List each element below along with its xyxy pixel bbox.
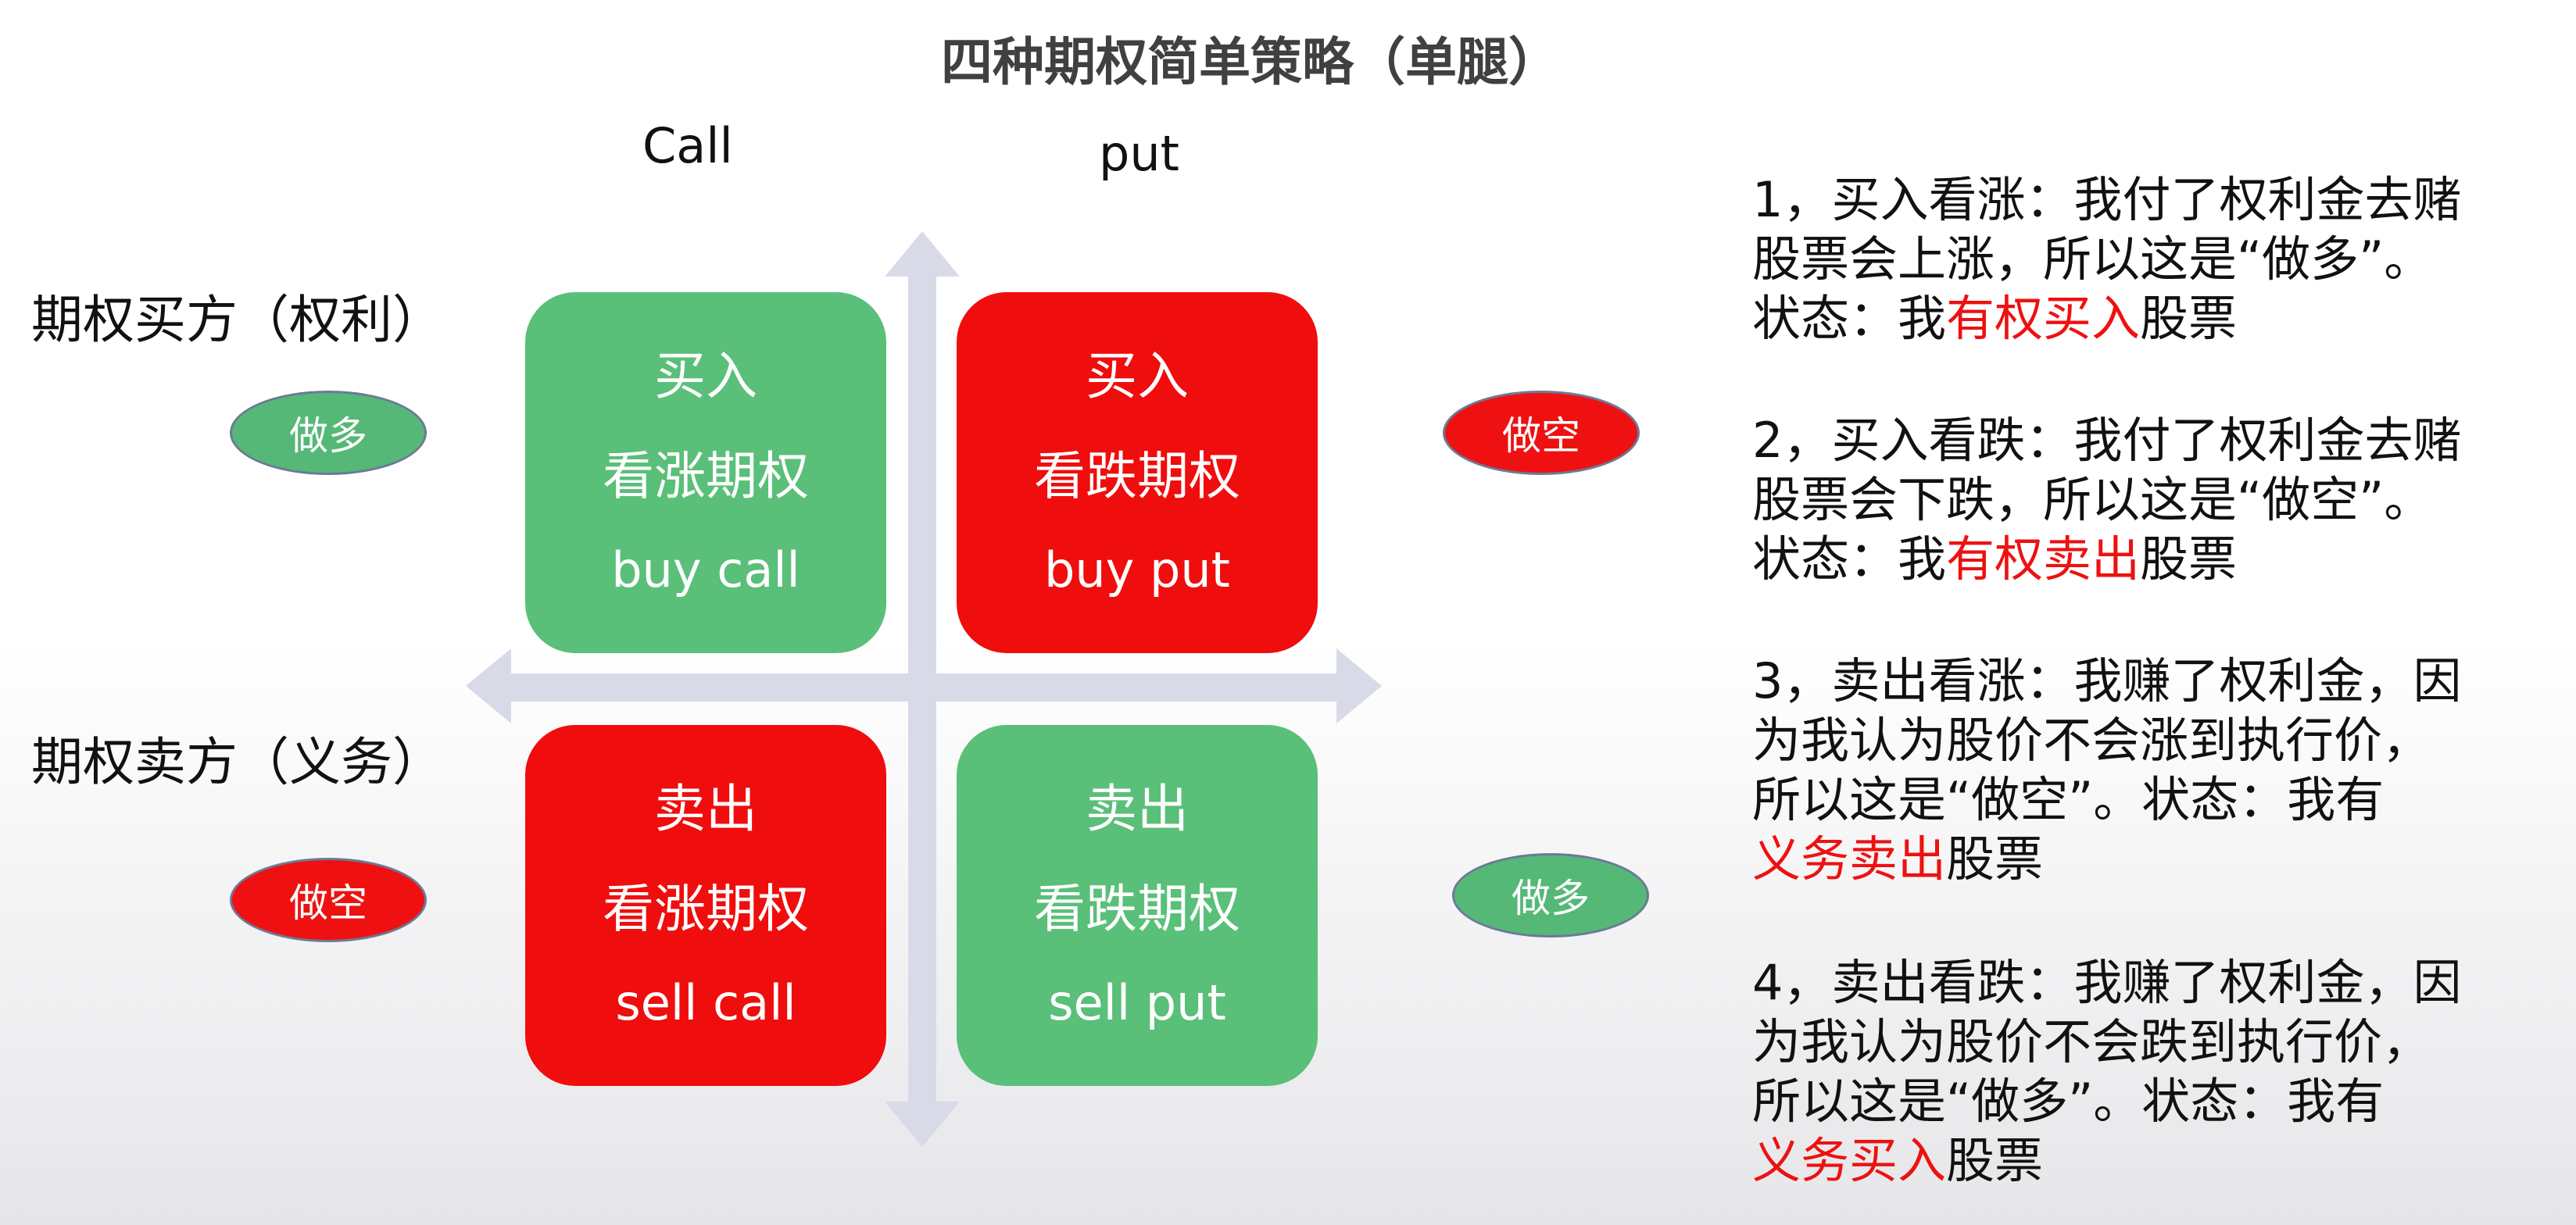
arrow-right-icon <box>1336 648 1382 723</box>
tag-short-buy-put: 做空 <box>1443 391 1640 475</box>
tag-short-sell-call: 做空 <box>230 858 427 942</box>
note-suffix: 股票 <box>2140 290 2238 347</box>
note-line: 2，买入看跌：我付了权利金去赌 <box>1752 412 2462 469</box>
quadrant-action: 卖出 <box>1086 779 1189 839</box>
arrow-down-icon <box>885 1102 960 1147</box>
arrow-left-icon <box>466 648 511 723</box>
quadrant-option: 看涨期权 <box>603 446 809 506</box>
note-highlight: 有权买入 <box>1946 290 2141 347</box>
quadrant-action: 卖出 <box>654 779 757 839</box>
note-line: 为我认为股价不会跌到执行价， <box>1752 1013 2431 1070</box>
note-suffix: 股票 <box>1946 1132 2044 1189</box>
note-state: 义务卖出股票 <box>1752 830 2534 889</box>
quadrant-english: buy put <box>1043 541 1230 598</box>
row-header-seller: 期权卖方（义务） <box>31 732 444 792</box>
row-header-buyer: 期权买方（权利） <box>31 290 444 350</box>
note-state: 状态：我有权卖出股票 <box>1752 530 2534 589</box>
column-header-put: put <box>1099 125 1179 182</box>
quadrant-english: sell put <box>1048 974 1226 1031</box>
note-state-prefix: 状态：我 <box>1752 530 1947 588</box>
quadrant-option: 看跌期权 <box>1034 879 1240 939</box>
tag-long-sell-put: 做多 <box>1452 853 1649 938</box>
note-3: 3，卖出看涨：我赚了权利金，因 为我认为股价不会涨到执行价， 所以这是“做空”。… <box>1752 652 2534 889</box>
note-1: 1，买入看涨：我付了权利金去赌 股票会上涨，所以这是“做多”。 状态：我有权买入… <box>1752 170 2534 348</box>
quadrant-english: buy call <box>611 541 800 598</box>
quadrant-option: 看涨期权 <box>603 879 809 939</box>
quadrant-buy-call: 买入 看涨期权 buy call <box>525 292 886 653</box>
note-line: 为我认为股价不会涨到执行价， <box>1752 712 2431 769</box>
note-4: 4，卖出看跌：我赚了权利金，因 为我认为股价不会跌到执行价， 所以这是“做多”。… <box>1752 953 2534 1191</box>
quadrant-option: 看跌期权 <box>1034 446 1240 506</box>
note-highlight: 有权卖出 <box>1946 530 2141 588</box>
page-title: 四种期权简单策略（单腿） <box>941 32 1560 92</box>
note-state: 状态：我有权买入股票 <box>1752 289 2534 348</box>
note-state-prefix: 状态：我 <box>1752 290 1947 347</box>
quadrant-english: sell call <box>615 974 796 1031</box>
note-line: 4，卖出看跌：我赚了权利金，因 <box>1752 954 2462 1011</box>
quadrant-sell-put: 卖出 看跌期权 sell put <box>957 725 1318 1086</box>
note-highlight: 义务买入 <box>1752 1132 1947 1189</box>
note-line: 股票会上涨，所以这是“做多”。 <box>1752 230 2433 288</box>
horizontal-axis <box>500 673 1344 702</box>
note-line: 股票会下跌，所以这是“做空”。 <box>1752 471 2433 528</box>
note-line: 1，买入看涨：我付了权利金去赌 <box>1752 171 2462 228</box>
quadrant-action: 买入 <box>1086 346 1189 406</box>
note-line: 3，卖出看涨：我赚了权利金，因 <box>1752 652 2462 709</box>
note-suffix: 股票 <box>2140 530 2238 588</box>
note-suffix: 股票 <box>1946 830 2044 888</box>
quadrant-buy-put: 买入 看跌期权 buy put <box>957 292 1318 653</box>
column-header-call: Call <box>642 117 733 174</box>
note-state: 义务买入股票 <box>1752 1131 2534 1191</box>
quadrant-sell-call: 卖出 看涨期权 sell call <box>525 725 886 1086</box>
arrow-up-icon <box>885 231 960 277</box>
tag-long-buy-call: 做多 <box>230 391 427 475</box>
quadrant-action: 买入 <box>654 346 757 406</box>
note-line: 所以这是“做多”。状态：我有 <box>1752 1073 2385 1130</box>
note-2: 2，买入看跌：我付了权利金去赌 股票会下跌，所以这是“做空”。 状态：我有权卖出… <box>1752 411 2534 589</box>
note-highlight: 义务卖出 <box>1752 830 1947 888</box>
note-line: 所以这是“做空”。状态：我有 <box>1752 771 2385 828</box>
